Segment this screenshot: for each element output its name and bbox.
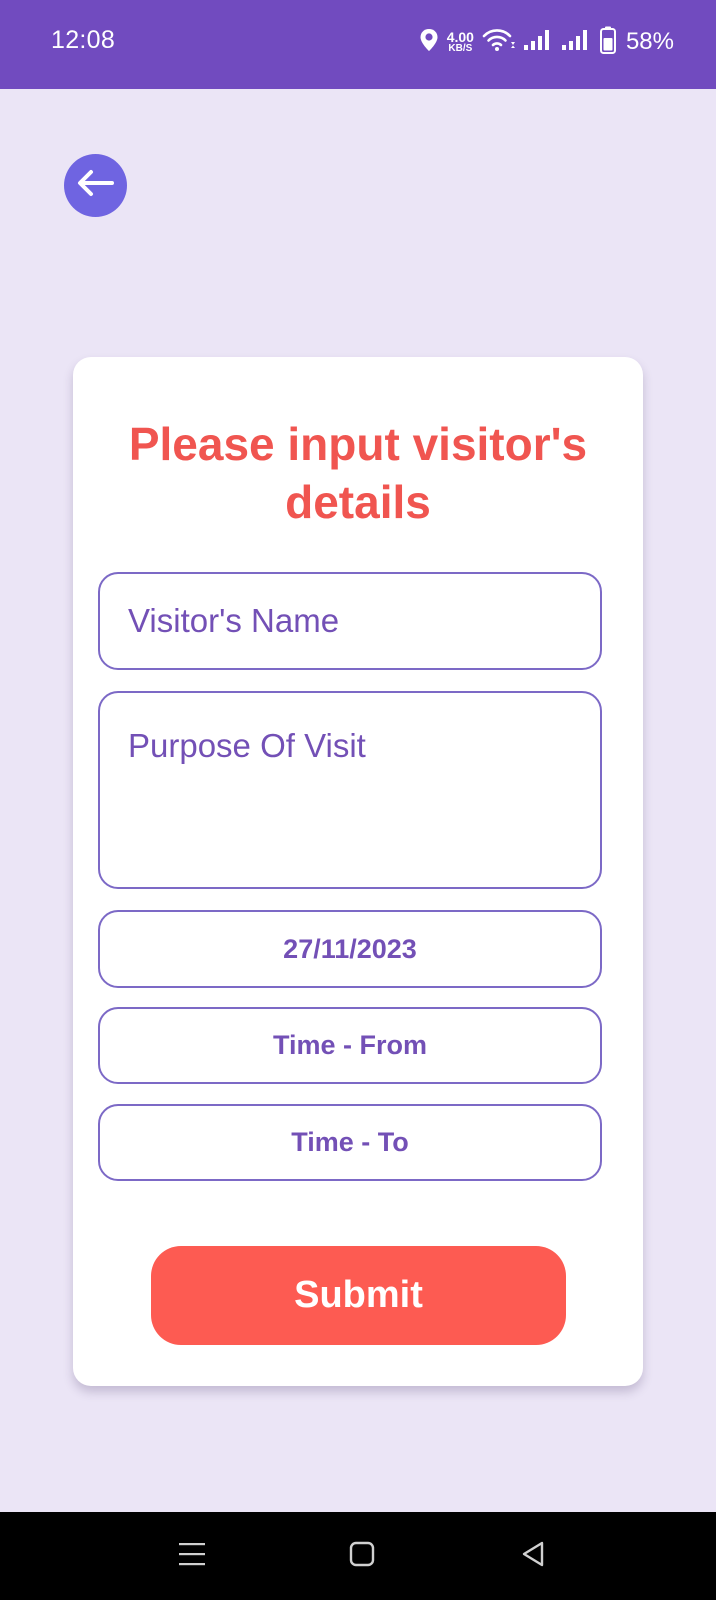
submit-button[interactable]: Submit xyxy=(151,1246,566,1345)
time-from-field[interactable]: Time - From xyxy=(98,1007,602,1084)
date-field[interactable]: 27/11/2023 xyxy=(98,910,602,988)
speed-value: 4.00 xyxy=(446,29,474,45)
recent-apps-button[interactable] xyxy=(170,1534,214,1578)
visitor-name-input[interactable] xyxy=(98,572,602,670)
status-time: 12:08 xyxy=(51,26,116,54)
battery-percent: 58% xyxy=(625,28,674,55)
time-from-label: Time - From xyxy=(272,1030,428,1060)
status-icons: 4.00 KB/S 58% xyxy=(419,24,674,60)
navigation-bar xyxy=(0,1512,716,1600)
menu-icon xyxy=(178,1541,206,1572)
speed-unit: KB/S xyxy=(448,43,473,54)
signal-icon xyxy=(523,29,554,56)
home-icon xyxy=(348,1540,376,1573)
time-to-label: Time - To xyxy=(291,1127,409,1157)
wifi-icon xyxy=(482,28,516,57)
arrow-left-icon xyxy=(76,168,116,203)
home-button[interactable] xyxy=(340,1534,384,1578)
network-speed: 4.00 KB/S xyxy=(447,30,474,54)
purpose-of-visit-input[interactable] xyxy=(98,691,602,889)
status-bar: 12:08 4.00 KB/S 58% xyxy=(0,0,716,89)
back-icon xyxy=(519,1540,547,1573)
date-value: 27/11/2023 xyxy=(283,933,417,964)
visitor-form-card: Please input visitor's details 27/11/202… xyxy=(73,357,643,1386)
form-title: Please input visitor's details xyxy=(128,418,588,528)
battery-icon xyxy=(599,26,616,59)
location-icon xyxy=(419,28,439,57)
time-to-field[interactable]: Time - To xyxy=(98,1104,602,1181)
nav-back-button[interactable] xyxy=(511,1534,555,1578)
back-button[interactable] xyxy=(64,154,127,217)
signal-icon xyxy=(561,29,592,56)
